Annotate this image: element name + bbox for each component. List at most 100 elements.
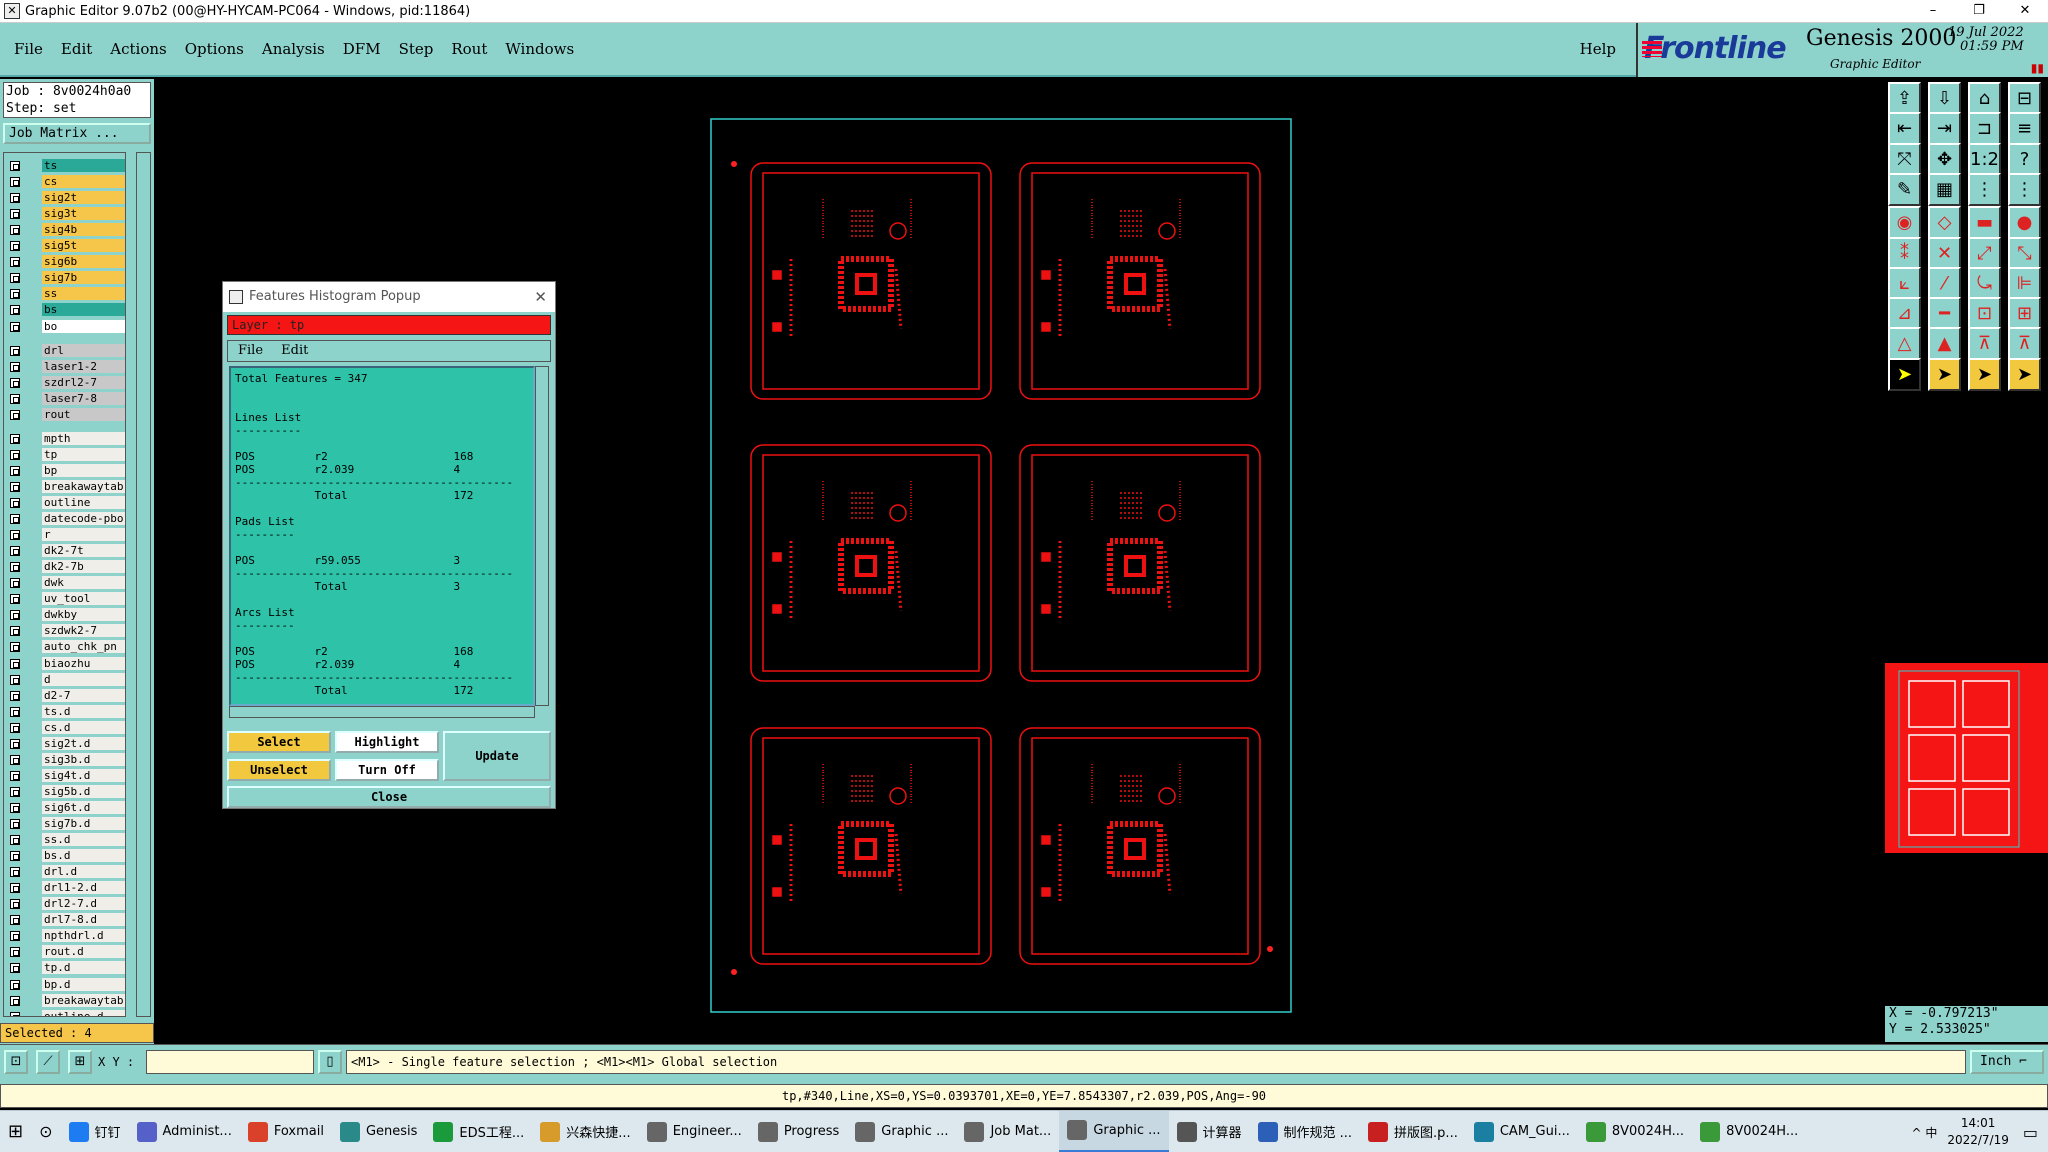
angle-icon[interactable]: ⟀ [1888, 266, 1921, 300]
layer-row[interactable]: bo [4, 319, 125, 334]
pan-icon[interactable]: ✥ [1928, 142, 1961, 176]
pad-icon[interactable]: ◉ [1888, 206, 1921, 240]
layer-checkbox[interactable] [10, 835, 20, 846]
menu-file[interactable]: File [14, 40, 43, 58]
layer-name[interactable]: tp [42, 447, 125, 461]
layer-name[interactable]: sig3t [42, 207, 125, 221]
layer-row[interactable]: rout.d [4, 945, 125, 959]
layer-row[interactable]: drl1-2.d [4, 881, 125, 895]
layer-name[interactable]: bs.d [42, 849, 125, 863]
layer-checkbox[interactable] [10, 530, 20, 541]
save-icon[interactable]: ⇩ [1928, 82, 1961, 115]
layer-name[interactable]: sig2t [42, 191, 125, 205]
layer-checkbox[interactable] [10, 321, 20, 332]
zoom-ratio-icon[interactable]: 1:2 [1968, 142, 2001, 176]
layer-name[interactable]: datecode-pbo [42, 512, 125, 526]
menu-help[interactable]: Help [1580, 40, 1616, 58]
layer-checkbox[interactable] [10, 995, 20, 1006]
unselect-button[interactable]: Unselect [227, 759, 331, 781]
notification-icon[interactable]: ▭ [2023, 1123, 2038, 1142]
layer-name[interactable]: dk2-7b [42, 560, 125, 574]
layer-checkbox[interactable] [10, 393, 20, 404]
taskbar-app[interactable]: Job Mat... [956, 1111, 1059, 1152]
layer-name[interactable]: cs.d [42, 720, 125, 734]
panel-overview[interactable] [1885, 663, 2048, 853]
layer-name[interactable]: sig6b [42, 255, 125, 269]
layer-checkbox[interactable] [10, 642, 20, 653]
layer-row[interactable]: drl2-7.d [4, 897, 125, 911]
layer-row[interactable]: sig5b.d [4, 784, 125, 799]
layer-row[interactable]: laser7-8 [4, 391, 125, 406]
grid-icon[interactable]: ⊞ [68, 1050, 92, 1074]
layer-name[interactable]: sig2t.d [42, 736, 125, 750]
layer-checkbox[interactable] [10, 273, 20, 284]
layer-checkbox[interactable] [10, 305, 20, 316]
xy-input[interactable] [146, 1050, 314, 1074]
snap-icon[interactable]: ⊡ [4, 1050, 28, 1074]
delete-icon[interactable]: ✕ [1928, 236, 1961, 270]
taskbar-app[interactable]: Administ... [129, 1111, 240, 1152]
net-icon[interactable]: ⁑ [1888, 236, 1921, 270]
warn-icon[interactable]: △ [1888, 327, 1921, 361]
layer-checkbox[interactable] [10, 674, 20, 685]
pointer-alt-icon[interactable]: ➤ [1968, 357, 2001, 391]
layer-checkbox[interactable] [10, 658, 20, 669]
layer-row[interactable]: sig7b [4, 271, 125, 285]
layer-row[interactable]: bs.d [4, 849, 125, 863]
popup-menu-file[interactable]: File [238, 343, 263, 358]
layer-name[interactable]: ss [42, 287, 125, 301]
layer-checkbox[interactable] [10, 979, 20, 990]
slope-icon[interactable]: ⁄ [1928, 266, 1961, 300]
undo-icon[interactable]: ⊐ [1968, 112, 2001, 146]
layer-name[interactable]: bo [42, 319, 125, 333]
layer-name[interactable]: laser7-8 [42, 391, 125, 405]
layer-row[interactable]: sig7b.d [4, 817, 125, 831]
layer-checkbox[interactable] [10, 947, 20, 958]
menu-actions[interactable]: Actions [110, 40, 166, 58]
menu-rout[interactable]: Rout [451, 40, 487, 58]
layer-row[interactable]: rout [4, 407, 125, 422]
taskbar-app[interactable]: Genesis [332, 1111, 425, 1152]
layer-checkbox[interactable] [10, 481, 20, 492]
layer-checkbox[interactable] [10, 594, 20, 605]
layer-row[interactable]: breakawaytab [4, 993, 125, 1008]
layer-name[interactable]: bp.d [42, 977, 125, 991]
input-mode-icon[interactable]: ▯ [318, 1050, 342, 1074]
report-horizontal-scrollbar[interactable] [229, 706, 535, 718]
move-left-icon[interactable]: ⇤ [1888, 112, 1921, 146]
layer-row[interactable]: cs.d [4, 720, 125, 735]
bar-icon[interactable]: ━ [1928, 297, 1961, 331]
taskbar-app[interactable]: EDS工程... [425, 1111, 532, 1152]
align-icon[interactable]: ⊞ [2008, 297, 2041, 331]
layer-name[interactable]: breakawaytab [42, 993, 125, 1007]
open-icon[interactable]: ⇪ [1888, 82, 1921, 115]
taskbar-app[interactable]: Engineer... [639, 1111, 750, 1152]
taskbar-app[interactable]: Foxmail [240, 1111, 332, 1152]
taskbar-app[interactable]: Graphic ... [1059, 1110, 1169, 1152]
pointer-icon[interactable]: ➤ [1888, 357, 1921, 391]
layer-row[interactable]: drl.d [4, 865, 125, 879]
clock[interactable]: 14:01 2022/7/19 [1947, 1115, 2009, 1149]
layer-name[interactable]: breakawaytab [42, 479, 125, 493]
layer-checkbox[interactable] [10, 754, 20, 765]
layers-alt-icon[interactable]: ⋮ [2008, 172, 2041, 206]
layer-scrollbar[interactable] [136, 152, 151, 1017]
layer-name[interactable]: drl2-7.d [42, 897, 125, 911]
layer-row[interactable]: sig5t [4, 239, 125, 253]
taskbar-app[interactable]: 计算器 [1169, 1111, 1250, 1152]
layer-name[interactable]: ts.d [42, 704, 125, 718]
layer-row[interactable]: sig3t [4, 207, 125, 221]
layer-row[interactable]: uv_tool [4, 592, 125, 606]
line-icon[interactable]: ▬ [1968, 206, 2001, 240]
search-button[interactable]: ⊙ [31, 1111, 60, 1152]
help-icon[interactable]: ? [2008, 142, 2041, 176]
layer-checkbox[interactable] [10, 449, 20, 460]
layer-row[interactable]: mpth [4, 431, 125, 446]
layer-checkbox[interactable] [10, 883, 20, 894]
layer-name[interactable]: auto_chk_pn [42, 640, 125, 654]
box-icon[interactable]: ⊡ [1968, 297, 2001, 331]
layer-row[interactable]: drl7-8.d [4, 913, 125, 927]
layer-name[interactable]: drl7-8.d [42, 913, 125, 927]
layer-name[interactable]: d [42, 672, 125, 686]
move-right-icon[interactable]: ⇥ [1928, 112, 1961, 146]
